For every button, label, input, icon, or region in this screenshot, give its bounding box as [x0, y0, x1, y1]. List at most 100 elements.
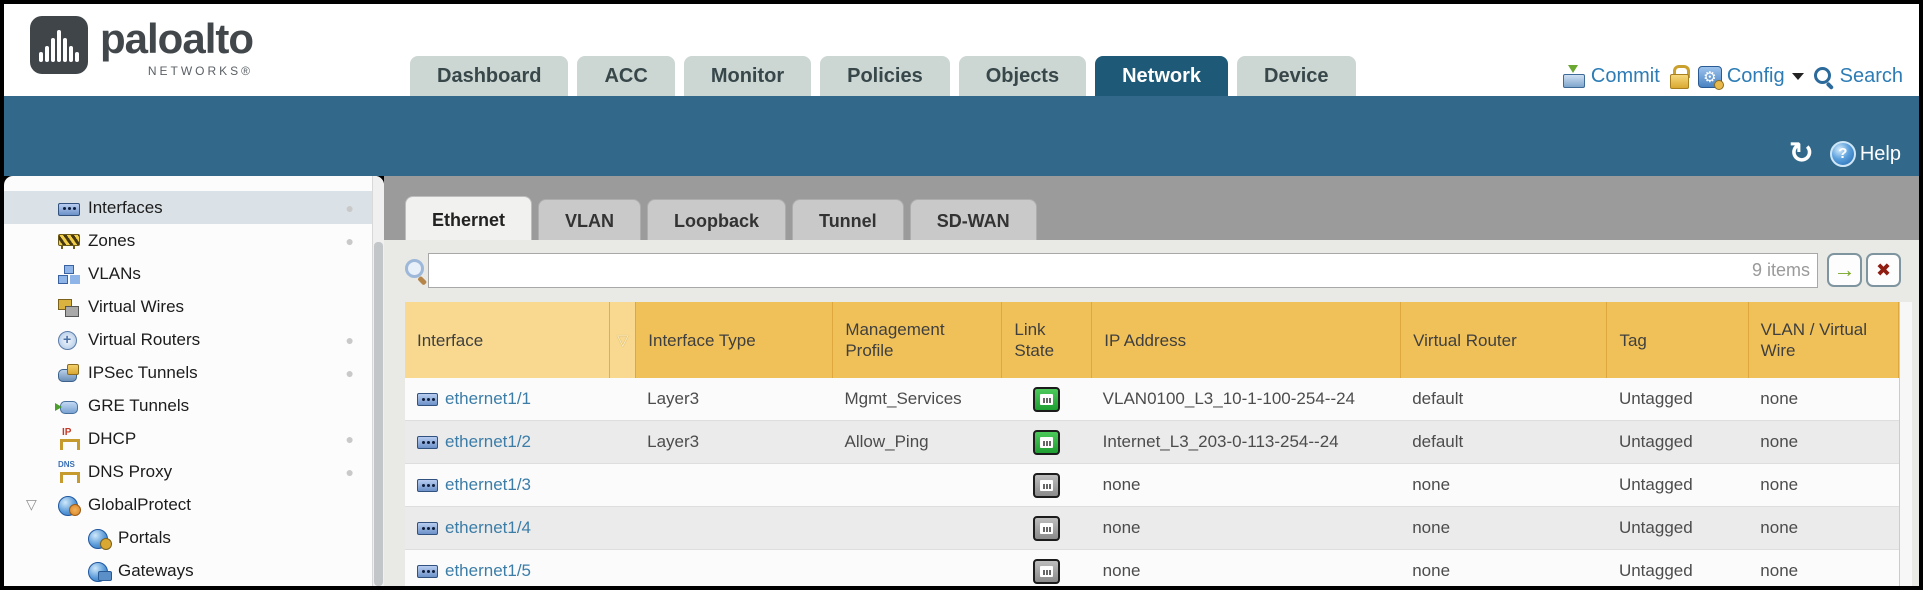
tab-dashboard[interactable]: Dashboard [410, 56, 568, 96]
column-header-link-state[interactable]: Link State [1002, 302, 1092, 378]
search-icon [1813, 66, 1835, 88]
subtab-loopback[interactable]: Loopback [647, 199, 786, 243]
tag-cell: Untagged [1607, 507, 1748, 549]
config-button[interactable]: ⚙ Config [1698, 65, 1804, 88]
column-header-interface[interactable]: Interface ▽ [405, 302, 636, 378]
secondary-band: ↻ ? Help [4, 96, 1919, 176]
zones-icon [58, 232, 79, 250]
management-profile-cell [833, 464, 1002, 506]
column-header-interface-type[interactable]: Interface Type [636, 302, 833, 378]
search-label: Search [1840, 65, 1903, 88]
lock-icon[interactable] [1669, 65, 1689, 88]
top-bar: paloalto NETWORKS® Dashboard ACC Monitor… [4, 4, 1919, 96]
ip-address-cell: none [1091, 550, 1401, 586]
table-row: ethernet1/4 none none Untagged none [405, 507, 1899, 550]
sidebar-item-dhcp[interactable]: DHCP ● [4, 422, 384, 455]
sidebar-item-ipsec-tunnels[interactable]: IPSec Tunnels ● [4, 356, 384, 389]
interface-link[interactable]: ethernet1/2 [445, 432, 531, 452]
ethernet-port-icon [417, 479, 438, 492]
tag-cell: Untagged [1607, 378, 1748, 420]
ethernet-port-icon [417, 393, 438, 406]
status-dot: ● [346, 233, 354, 249]
interface-link[interactable]: ethernet1/4 [445, 518, 531, 538]
commit-button[interactable]: Commit [1562, 65, 1660, 88]
tag-cell: Untagged [1607, 464, 1748, 506]
tab-network[interactable]: Network [1095, 56, 1228, 96]
ip-address-cell: none [1091, 464, 1401, 506]
subtab-tunnel[interactable]: Tunnel [792, 199, 904, 243]
interfaces-icon [58, 199, 79, 217]
subtab-vlan[interactable]: VLAN [538, 199, 641, 243]
filter-input[interactable] [428, 253, 1818, 288]
ethernet-port-icon [417, 565, 438, 578]
sidebar-item-vlans[interactable]: VLANs [4, 257, 384, 290]
sidebar-scrollbar-thumb[interactable] [374, 242, 383, 586]
tab-policies[interactable]: Policies [820, 56, 950, 96]
management-profile-cell [833, 507, 1002, 549]
app-window: paloalto NETWORKS® Dashboard ACC Monitor… [0, 0, 1923, 590]
commit-label: Commit [1591, 65, 1660, 88]
tab-monitor[interactable]: Monitor [684, 56, 811, 96]
utility-bar: Commit ⚙ Config Search [1562, 65, 1903, 88]
sidebar-item-virtual-wires[interactable]: Virtual Wires [4, 290, 384, 323]
interface-link[interactable]: ethernet1/5 [445, 561, 531, 581]
management-profile-cell [833, 550, 1002, 586]
sidebar-item-globalprotect[interactable]: ▽ GlobalProtect [4, 488, 384, 521]
sort-dropdown-icon[interactable]: ▽ [609, 302, 635, 378]
table-header: Interface ▽ Interface Type Management Pr… [405, 302, 1899, 378]
config-wrench-icon: ⚙ [1698, 66, 1722, 88]
sidebar-item-zones[interactable]: Zones ● [4, 224, 384, 257]
filter-bar: 9 items → ✖ [384, 240, 1919, 302]
help-button[interactable]: ? Help [1830, 141, 1901, 167]
help-icon: ? [1830, 141, 1856, 167]
help-label: Help [1860, 143, 1901, 166]
link-state-icon [1033, 430, 1060, 455]
ipsec-tunnels-icon [58, 364, 79, 382]
interface-link[interactable]: ethernet1/3 [445, 475, 531, 495]
gre-tunnels-icon [58, 397, 79, 415]
ethernet-port-icon [417, 522, 438, 535]
sidebar-item-portals[interactable]: Portals [4, 521, 384, 554]
sidebar-item-interfaces[interactable]: Interfaces ● [4, 191, 384, 224]
sidebar-item-gateways[interactable]: Gateways [4, 554, 384, 586]
column-header-ip-address[interactable]: IP Address [1092, 302, 1401, 378]
column-header-virtual-router[interactable]: Virtual Router [1401, 302, 1607, 378]
column-header-tag[interactable]: Tag [1607, 302, 1748, 378]
sidebar-item-virtual-routers[interactable]: Virtual Routers ● [4, 323, 384, 356]
vlan-cell: none [1748, 507, 1899, 549]
tab-objects[interactable]: Objects [959, 56, 1086, 96]
sidebar-item-dns-proxy[interactable]: DNS Proxy ● [4, 455, 384, 488]
link-state-icon [1033, 473, 1060, 498]
subtab-sdwan[interactable]: SD-WAN [910, 199, 1037, 243]
ip-address-cell: Internet_L3_203-0-113-254--24 [1091, 421, 1401, 463]
refresh-icon[interactable]: ↻ [1789, 140, 1814, 168]
sidebar-item-gre-tunnels[interactable]: GRE Tunnels [4, 389, 384, 422]
tab-device[interactable]: Device [1237, 56, 1356, 96]
column-header-management-profile[interactable]: Management Profile [833, 302, 1002, 378]
ip-address-cell: VLAN0100_L3_10-1-100-254--24 [1091, 378, 1401, 420]
ip-address-cell: none [1091, 507, 1401, 549]
virtual-router-cell: none [1400, 507, 1607, 549]
sidebar-scrollbar[interactable] [372, 176, 384, 586]
interface-type-cell [635, 507, 832, 549]
interface-type-cell [635, 464, 832, 506]
arrow-right-icon: → [1834, 257, 1856, 283]
interface-link[interactable]: ethernet1/1 [445, 389, 531, 409]
interface-type-cell: Layer3 [635, 421, 832, 463]
virtual-wires-icon [58, 298, 79, 316]
table-scrollbar[interactable] [1899, 302, 1912, 586]
search-button[interactable]: Search [1813, 65, 1903, 88]
brand-logo: paloalto NETWORKS® [30, 16, 253, 78]
tab-acc[interactable]: ACC [577, 56, 674, 96]
ethernet-panel: 9 items → ✖ Interface ▽ Interface Type M… [384, 240, 1919, 586]
vlan-cell: none [1748, 550, 1899, 586]
paloalto-logo-icon [30, 16, 88, 74]
subtab-ethernet[interactable]: Ethernet [405, 196, 532, 243]
apply-filter-button[interactable]: → [1827, 253, 1862, 287]
expander-triangle-icon[interactable]: ▽ [26, 496, 37, 513]
column-header-vlan-virtual-wire[interactable]: VLAN / Virtual Wire [1749, 302, 1899, 378]
dhcp-icon [58, 430, 79, 448]
virtual-routers-icon [58, 331, 79, 349]
brand-name: paloalto [100, 16, 253, 62]
clear-filter-button[interactable]: ✖ [1866, 253, 1901, 287]
